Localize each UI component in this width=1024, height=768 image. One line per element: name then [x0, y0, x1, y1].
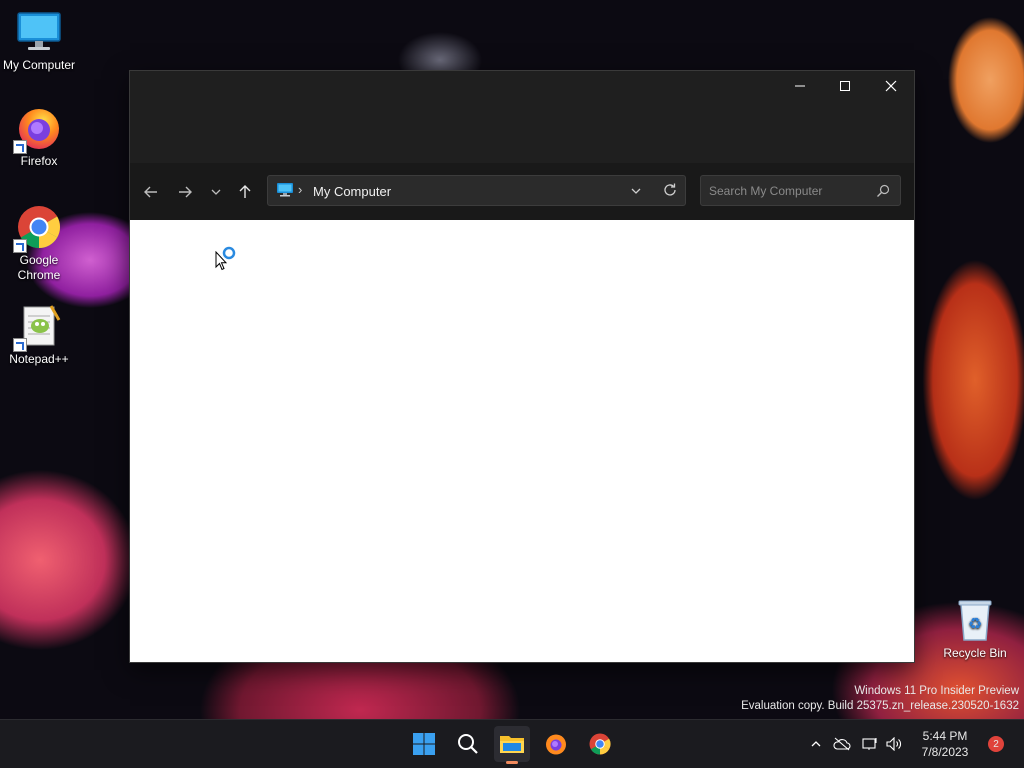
arrow-up-icon: [239, 185, 251, 198]
start-button[interactable]: [406, 726, 442, 762]
monitor-icon: [276, 182, 294, 203]
windows-logo-icon: [413, 733, 435, 755]
notification-badge[interactable]: 2: [988, 736, 1004, 752]
refresh-icon: [664, 183, 676, 196]
recent-locations-button[interactable]: [203, 180, 229, 204]
file-list-pane[interactable]: [130, 220, 914, 662]
svg-text:♻: ♻: [968, 614, 982, 633]
chevron-down-icon: [631, 188, 641, 194]
file-explorer-window: › My Computer Search My Computer: [130, 71, 914, 662]
navigation-toolbar: › My Computer Search My Computer: [130, 163, 914, 220]
clock-time: 5:44 PM: [922, 729, 968, 743]
search-icon: [458, 734, 478, 754]
onedrive-offline-icon[interactable]: [826, 737, 858, 751]
chevron-up-icon: [811, 741, 821, 747]
refresh-button[interactable]: [662, 182, 678, 203]
title-bar[interactable]: [130, 71, 914, 163]
search-button[interactable]: [450, 726, 486, 762]
search-box[interactable]: Search My Computer: [700, 175, 901, 206]
search-placeholder: Search My Computer: [709, 184, 823, 198]
desktop-icon-label: Google Chrome: [17, 253, 61, 282]
network-icon[interactable]: [858, 737, 882, 751]
desktop-icon-google-chrome[interactable]: Google Chrome: [0, 203, 78, 283]
shortcut-arrow-icon: [13, 338, 27, 352]
monitor-icon: [15, 8, 63, 56]
folder-icon: [500, 736, 524, 753]
minimize-icon: [795, 85, 805, 87]
system-tray: 5:44 PM 7/8/2023 2: [806, 720, 1004, 768]
up-button[interactable]: [232, 180, 258, 204]
desktop-icon-label: Notepad++: [9, 352, 69, 366]
chevron-down-icon: [211, 189, 221, 195]
active-indicator: [506, 761, 518, 764]
taskbar-file-explorer[interactable]: [494, 726, 530, 764]
address-history-button[interactable]: [630, 184, 642, 202]
desktop-icon-notepad-plus-plus[interactable]: Notepad++: [0, 302, 78, 366]
clock-date: 7/8/2023: [921, 745, 969, 759]
forward-button[interactable]: [172, 180, 198, 204]
desktop-icon-label: My Computer: [2, 58, 76, 72]
search-icon: [876, 184, 890, 201]
desktop-icon-recycle-bin[interactable]: ♻ Recycle Bin: [936, 596, 1014, 660]
address-bar[interactable]: › My Computer: [267, 175, 686, 206]
evaluation-watermark-line-2: Evaluation copy. Build 25375.zn_release.…: [741, 700, 1019, 712]
breadcrumb-my-computer[interactable]: My Computer: [313, 184, 391, 199]
shortcut-arrow-icon: [13, 140, 27, 154]
volume-icon[interactable]: [882, 737, 906, 751]
firefox-icon: [13, 104, 63, 154]
chrome-icon: [589, 733, 611, 755]
desktop-icon-firefox[interactable]: Firefox: [0, 104, 78, 168]
taskbar-chrome[interactable]: [582, 726, 618, 762]
close-icon: [885, 80, 897, 92]
maximize-button[interactable]: [822, 71, 868, 101]
firefox-icon: [546, 734, 566, 755]
arrow-left-icon: [144, 186, 157, 198]
taskbar-firefox[interactable]: [538, 726, 574, 762]
loading-spinner-icon: [222, 246, 236, 265]
clock[interactable]: 5:44 PM 7/8/2023: [910, 728, 980, 760]
back-button[interactable]: [138, 180, 164, 204]
close-button[interactable]: [868, 71, 914, 101]
shortcut-arrow-icon: [13, 239, 27, 253]
chrome-icon: [13, 203, 63, 253]
desktop-icon-label: Recycle Bin: [943, 646, 1007, 660]
show-hidden-icons-button[interactable]: [806, 738, 826, 750]
notepad-plus-plus-icon: [13, 302, 63, 352]
desktop-icon-my-computer[interactable]: My Computer: [0, 8, 78, 72]
arrow-right-icon: [179, 186, 192, 198]
taskbar: 5:44 PM 7/8/2023 2: [0, 719, 1024, 768]
minimize-button[interactable]: [777, 71, 823, 101]
breadcrumb-separator: ›: [298, 182, 303, 197]
maximize-icon: [840, 81, 850, 91]
recycle-bin-icon: ♻: [951, 596, 999, 644]
evaluation-watermark-line-1: Windows 11 Pro Insider Preview: [854, 685, 1019, 697]
desktop-icon-label: Firefox: [20, 154, 58, 168]
